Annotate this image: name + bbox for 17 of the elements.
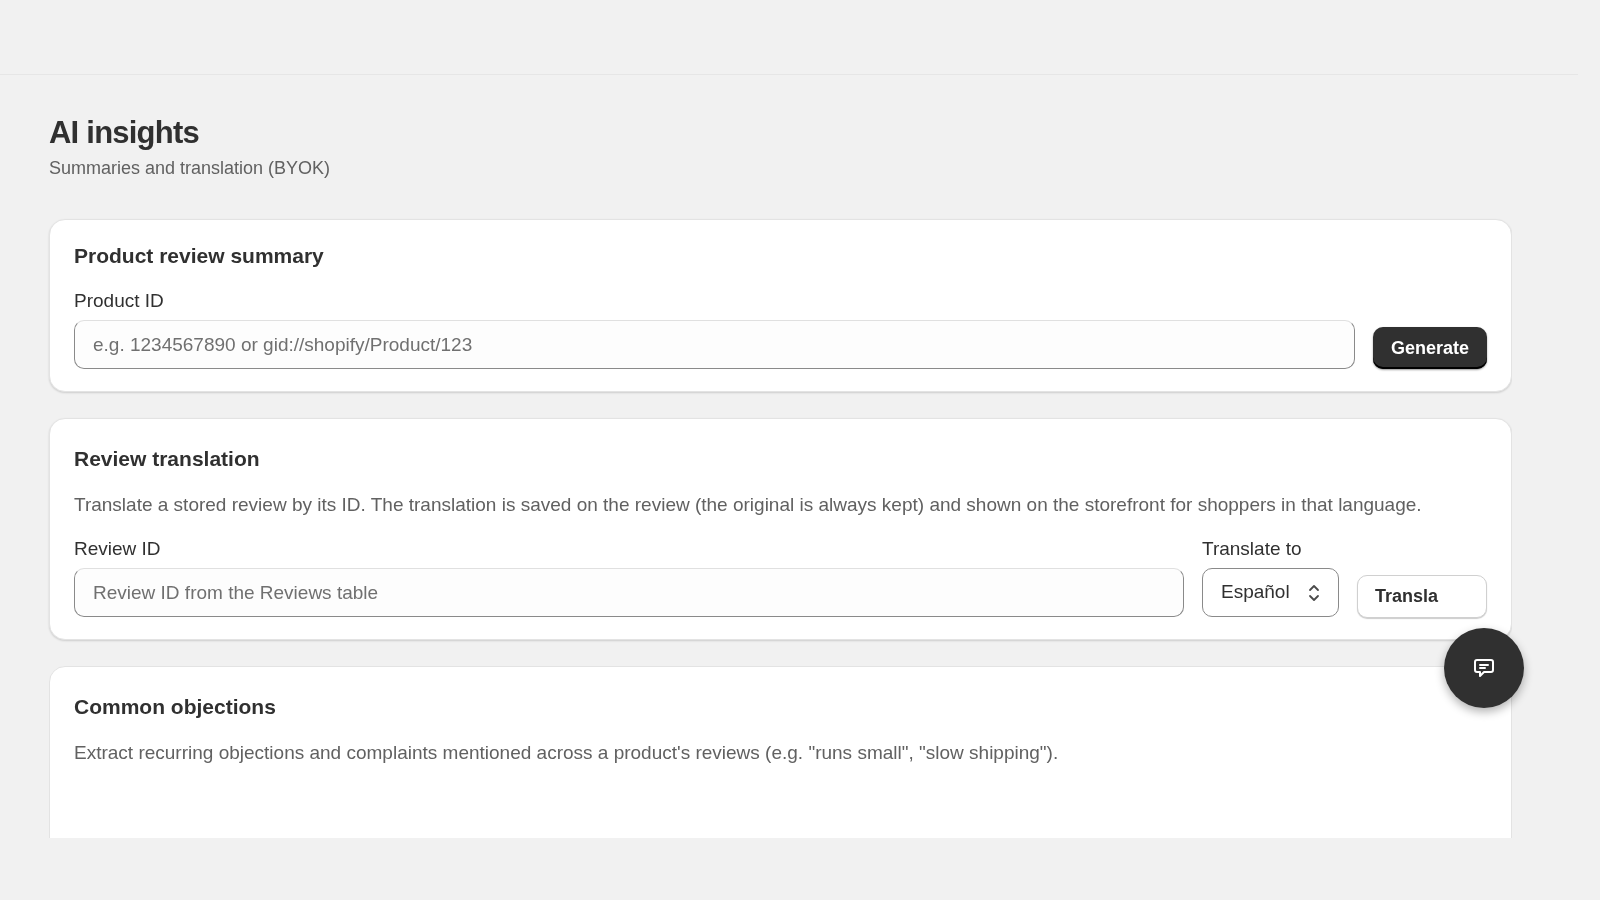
language-select[interactable]: Español	[1202, 568, 1339, 617]
field-label: Translate to	[1202, 537, 1303, 561]
field-label: Product ID	[74, 289, 165, 313]
field-label: Review ID	[74, 537, 162, 561]
page-subtitle: Summaries and translation (BYOK)	[49, 157, 332, 180]
page-title: AI insights	[49, 114, 200, 152]
card-description: Translate a stored review by its ID. The translation is saved on the review (the original is always kept) and shown on the storefront for shoppers in that language.	[74, 493, 1423, 517]
chevron-up-down-icon	[1308, 582, 1320, 603]
card-heading: Review translation	[74, 446, 261, 472]
input-field[interactable]: e.g. 1234567890 or gid://shopify/Product/123	[74, 320, 1355, 369]
generate-button[interactable]: Generate	[1372, 327, 1487, 369]
card-heading: Product review summary	[74, 243, 325, 269]
card-description: Extract recurring objections and complaints mentioned across a product's reviews (e.g. "runs small", "slow shipping").	[74, 741, 1060, 765]
chat-icon	[1472, 656, 1496, 680]
card-heading: Common objections	[74, 694, 277, 720]
input-field[interactable]: Review ID from the Reviews table	[74, 568, 1184, 617]
translate-button[interactable]: Transla	[1357, 575, 1487, 618]
